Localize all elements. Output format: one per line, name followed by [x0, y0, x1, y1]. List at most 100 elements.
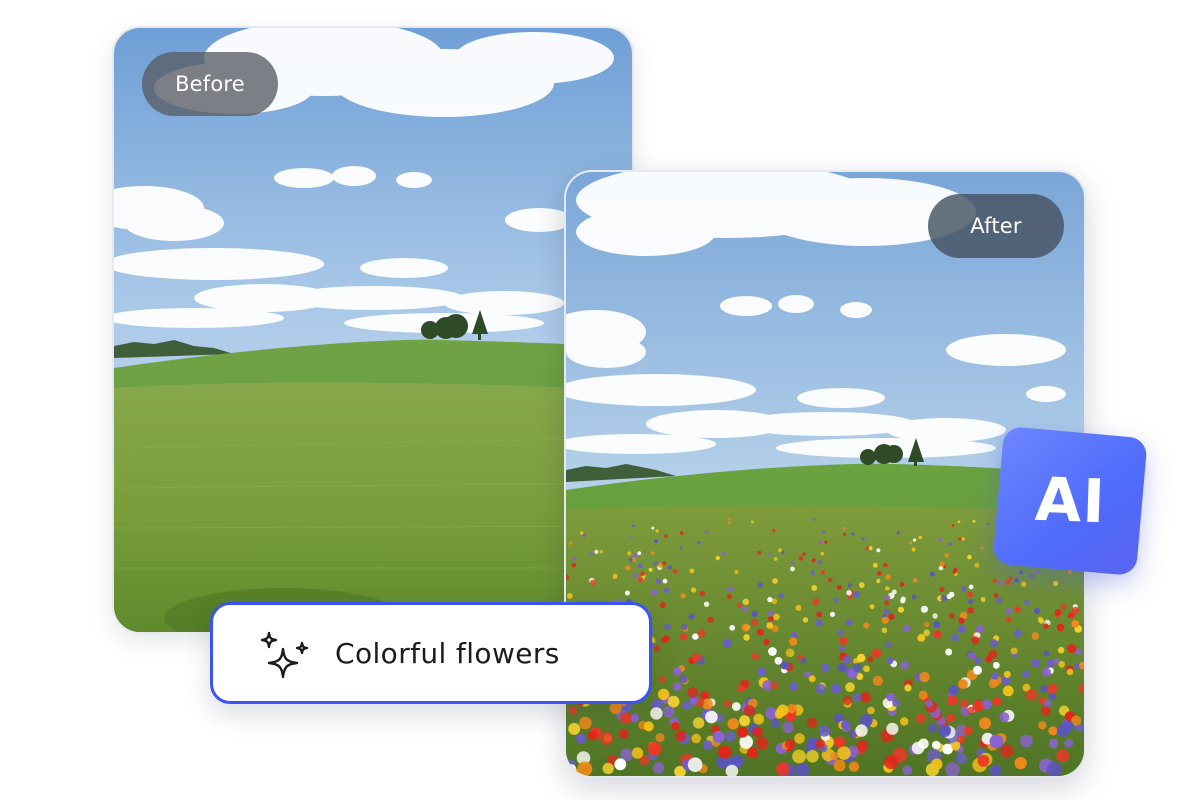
flower-dot — [1033, 607, 1041, 615]
flower-dot — [992, 661, 1000, 669]
flower-dot — [912, 578, 918, 583]
flower-dot — [1071, 620, 1080, 628]
flower-dot — [876, 570, 882, 576]
after-label: After — [928, 194, 1064, 258]
flower-dot — [784, 739, 796, 750]
flower-dot — [845, 682, 855, 693]
flower-dot — [664, 624, 671, 631]
flower-dot — [599, 731, 613, 745]
flower-dot — [697, 540, 701, 545]
flower-dot — [884, 755, 899, 770]
flower-dot — [692, 717, 705, 729]
flower-dot — [679, 531, 684, 535]
flower-dot — [811, 585, 818, 591]
flower-dot — [948, 685, 959, 696]
flower-dot — [1063, 721, 1074, 732]
flower-dot — [872, 562, 878, 568]
flower-dot — [915, 713, 926, 724]
flower-dot — [949, 613, 955, 619]
flower-dot — [725, 731, 736, 742]
flower-dot — [778, 593, 784, 599]
flower-dot — [967, 554, 972, 560]
flower-dot — [675, 730, 687, 742]
flower-dot — [787, 703, 797, 714]
flower-dot — [820, 663, 830, 673]
flower-dot — [773, 557, 778, 561]
flower-dot — [836, 585, 842, 590]
flower-dot — [830, 751, 839, 761]
flower-dot — [768, 647, 777, 656]
flower-dot — [662, 561, 667, 566]
ai-badge-text: AI — [1033, 464, 1107, 538]
flower-dot — [637, 576, 644, 583]
flower-dot — [885, 586, 890, 591]
flower-dot — [751, 520, 754, 524]
flower-dot — [743, 634, 750, 641]
flower-dot — [876, 578, 881, 584]
flower-dot — [900, 596, 906, 602]
flower-dot — [614, 758, 627, 771]
flower-dot — [867, 706, 875, 715]
flower-dot — [842, 696, 852, 706]
flower-dot — [872, 675, 883, 686]
flower-dot — [681, 623, 688, 630]
flower-dot — [687, 757, 703, 772]
ai-badge: AI — [992, 425, 1148, 577]
flower-dot — [679, 675, 688, 684]
flower-dot — [679, 633, 688, 641]
flower-dot — [766, 622, 774, 629]
flower-dot — [830, 683, 841, 694]
flower-dot — [657, 688, 670, 701]
flower-dot — [886, 657, 894, 665]
flower-dot — [989, 734, 1004, 749]
flower-dot — [884, 594, 891, 601]
flower-dot — [811, 558, 816, 563]
flower-dot — [888, 613, 895, 620]
flower-dot — [582, 533, 587, 538]
flower-dot — [989, 764, 1002, 776]
flower-dot — [931, 758, 943, 770]
flower-dot — [992, 578, 997, 583]
flower-dot — [897, 606, 905, 613]
flower-dot — [763, 638, 770, 646]
flower-dot — [723, 640, 731, 649]
flower-dot — [918, 690, 928, 700]
flower-dot — [993, 593, 999, 598]
flower-dot — [852, 662, 862, 672]
flower-dot — [1031, 658, 1040, 668]
flower-dot — [973, 665, 982, 675]
flower-dot — [867, 656, 874, 663]
flower-dot — [1008, 576, 1013, 581]
prompt-chip[interactable]: Colorful flowers — [210, 602, 652, 704]
flower-dot — [612, 573, 618, 579]
flower-dot — [802, 552, 806, 556]
flower-dot — [974, 562, 980, 568]
flower-dot — [976, 624, 984, 633]
flower-dot — [933, 621, 941, 628]
flower-dot — [859, 582, 865, 588]
flower-dot — [1066, 668, 1074, 676]
flower-dot — [802, 617, 809, 623]
flower-dot — [1005, 607, 1013, 615]
flower-dot — [692, 633, 699, 640]
flower-dot — [657, 563, 663, 568]
flower-dot — [742, 598, 749, 605]
flower-dot — [958, 537, 962, 541]
flower-dot — [980, 546, 984, 550]
flower-dot — [810, 570, 816, 576]
flower-dot — [911, 547, 916, 552]
flower-dot — [737, 726, 748, 738]
flower-dot — [920, 605, 928, 613]
flower-dot — [842, 655, 852, 665]
flower-dot — [652, 762, 665, 774]
flower-dot — [900, 717, 909, 726]
flower-dot — [828, 577, 833, 583]
flower-dot — [829, 611, 836, 617]
flower-dot — [1000, 744, 1014, 758]
flower-dot — [1057, 646, 1065, 654]
flower-dot — [1024, 599, 1030, 606]
flower-dot — [865, 546, 870, 550]
flower-dot — [909, 541, 913, 545]
flower-dot — [869, 604, 875, 610]
flower-dot — [919, 671, 930, 683]
